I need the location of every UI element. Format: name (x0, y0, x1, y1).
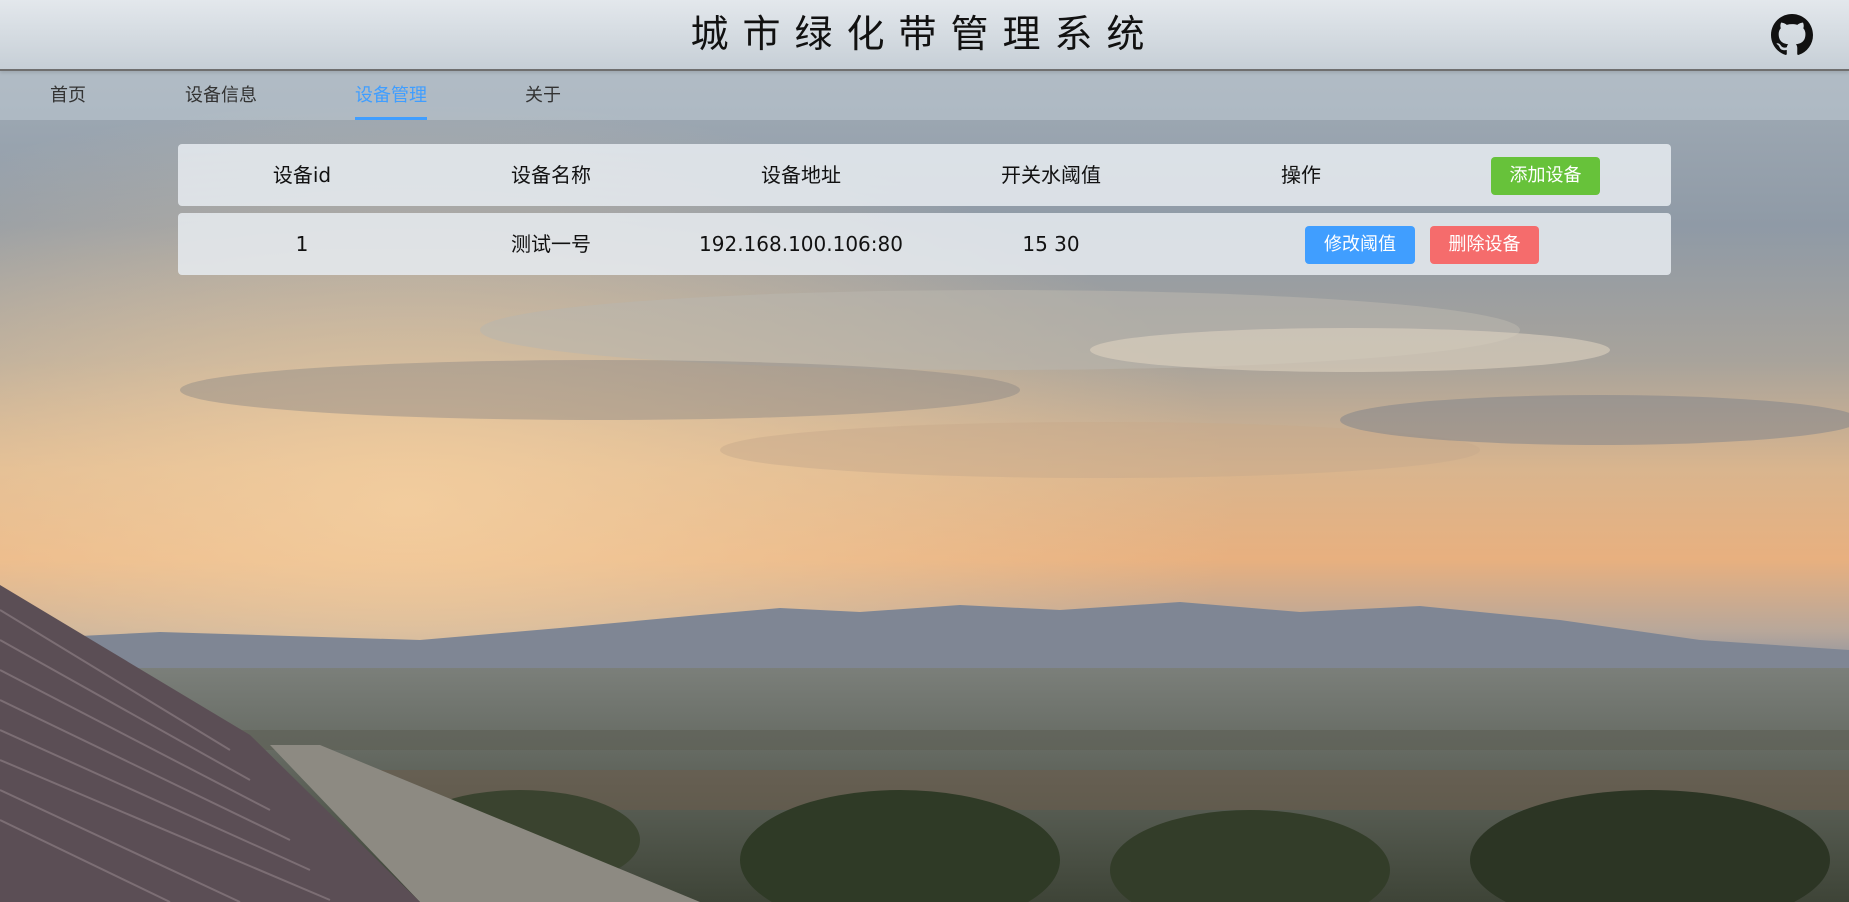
column-header-address: 设备地址 (761, 163, 841, 187)
column-header-actions: 操作 (1281, 163, 1321, 187)
top-header: 城市绿化带管理系统 (0, 0, 1849, 71)
github-icon[interactable] (1771, 14, 1813, 56)
column-header-threshold: 开关水阈值 (1001, 163, 1101, 187)
main-nav: 首页 设备信息 设备管理 关于 (0, 71, 1849, 120)
delete-device-button[interactable]: 删除设备 (1430, 226, 1539, 264)
cell-threshold: 15 30 (1022, 232, 1080, 256)
page-title: 城市绿化带管理系统 (690, 12, 1159, 56)
cell-id: 1 (295, 232, 309, 256)
column-header-name: 设备名称 (511, 163, 591, 187)
add-device-button[interactable]: 添加设备 (1491, 157, 1600, 195)
nav-home[interactable]: 首页 (50, 71, 86, 120)
cell-address: 192.168.100.106:80 (699, 232, 903, 256)
edit-threshold-button[interactable]: 修改阈值 (1305, 226, 1415, 264)
nav-device-management[interactable]: 设备管理 (355, 71, 427, 120)
background-image (0, 0, 1849, 902)
table-header-row: 设备id 设备名称 设备地址 开关水阈值 操作 添加设备 (178, 144, 1671, 206)
table-row: 1 测试一号 192.168.100.106:80 15 30 修改阈值 删除设… (178, 213, 1671, 275)
nav-about[interactable]: 关于 (525, 71, 561, 120)
column-header-id: 设备id (272, 163, 332, 187)
nav-device-info[interactable]: 设备信息 (185, 71, 257, 120)
cell-name: 测试一号 (511, 232, 591, 256)
